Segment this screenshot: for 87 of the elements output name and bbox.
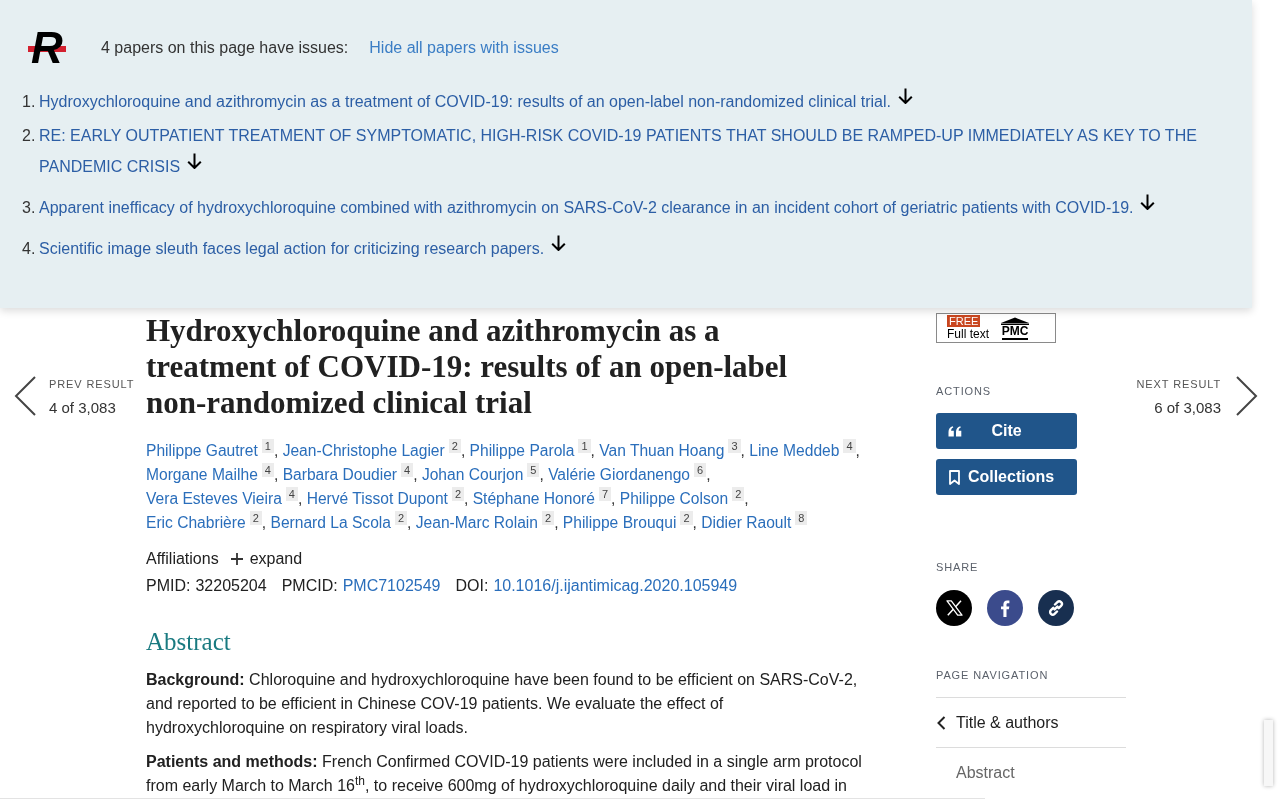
share-button[interactable] [1038,590,1074,626]
list-number: 4. [22,239,37,259]
affiliation-number[interactable]: 2 [542,511,555,525]
f-logo-icon [1000,599,1010,617]
affiliation-number[interactable]: 6 [694,463,707,477]
identifier-link[interactable]: 10.1016/j.ijantimicag.2020.105949 [493,574,738,598]
affiliation-number[interactable]: 3 [728,439,741,453]
prev-result-link[interactable]: PREV RESULT 4 of 3,083 [14,376,135,418]
free-badge: FREE [947,315,981,327]
author-link[interactable]: Morgane Mailhe [146,466,258,483]
paper-link[interactable]: RE: EARLY OUTPATIENT TREATMENT OF SYMPTOMATIC, HIGH-RISK COVID-19 PATIENTS THAT SHOULD BE RAMPED-UP IMMEDIATELY AS KEY TO THE PANDEMIC CRISIS [39,120,1232,182]
full-text-link[interactable]: FREE Full text PMC [936,313,1056,343]
affiliation-number[interactable]: 2 [395,511,408,525]
author-link[interactable]: Philippe Parola [469,442,575,459]
link-icon [1047,599,1065,617]
cite-button[interactable]: Cite [936,413,1077,449]
section-heading: Abstract [146,627,232,657]
affiliation-number[interactable]: 1 [261,439,274,453]
affiliation-number[interactable]: 2 [249,511,262,525]
author-link[interactable]: Jean-Marc Rolain [415,514,538,531]
affiliation-number[interactable]: 2 [448,439,461,453]
paper-link[interactable]: Scientific image sleuth faces legal action for criticizing research papers. [39,233,567,264]
author-link[interactable]: Van Thuan Hoang [599,442,725,459]
author-link[interactable]: Jean-Christophe Lagier [282,442,445,459]
down-arrow-icon [187,152,203,169]
chevron-right-icon [1236,376,1258,416]
abstract-paragraph: Patients and methods: French Confirmed COVID-19 patients were included in a single arm protocol from early March to March 16$^{th}$, to receive 600mg of hydroxychloroquine daily and their viral load in [146,752,863,796]
identifier-label: PMID: [146,576,191,596]
floating-panel [1264,720,1273,786]
building-icon [1000,316,1030,325]
expand-button[interactable]: expand [230,547,303,571]
plus-icon [230,553,243,565]
down-arrow-icon [551,234,567,251]
issues-message: 4 papers on this page have issues: [101,38,349,58]
bookmark-icon [948,469,960,485]
author-link[interactable]: Vera Esteves Vieira [146,490,282,507]
author-link[interactable]: Barbara Doudier [282,466,398,483]
paper-link[interactable]: Hydroxychloroquine and azithromycin as a treatment of COVID-19: results of an open-label non-randomized clinical trial. [39,86,913,117]
section-heading: ACTIONS [936,384,993,399]
down-arrow-icon [897,87,913,104]
identifier-link[interactable]: PMC7102549 [342,574,441,598]
chevron-left-icon [936,715,946,730]
author-link[interactable]: Bernard La Scola [270,514,391,531]
paper-link[interactable]: Apparent inefficacy of hydroxychloroquine combined with azithromycin on SARS-CoV-2 clearance in an incident cohort of geriatric patients with COVID-19. [39,192,1156,223]
author-link[interactable]: Johan Courjon [421,466,524,483]
identifier-label: PMCID: [281,576,338,596]
author-link[interactable]: Eric Chabrière [146,514,246,531]
affiliation-number[interactable]: 2 [680,511,693,525]
share-button[interactable] [987,590,1023,626]
author-link[interactable]: Line Meddeb [749,442,840,459]
page-nav-item[interactable]: Abstract [936,748,1126,797]
chevron-left-icon [14,376,36,416]
author-link[interactable]: Didier Raoult [701,514,792,531]
x-logo-icon [945,600,963,616]
collections-button[interactable]: Collections [936,459,1077,495]
share-button[interactable] [936,590,972,626]
quote-icon [948,425,962,437]
author-link[interactable]: Philippe Brouqui [562,514,677,531]
affiliations-label: Affiliations [146,549,219,569]
identifier-label: DOI: [455,576,489,596]
abstract-paragraph: Background: Chloroquine and hydroxychloroquine have been found to be efficient on SARS-CoV-2, and reported to be efficient in Chinese COV-19 patients. We evaluate the effect of hydroxychloroquine on respiratory viral loads. [146,670,859,738]
author-link[interactable]: Stéphane Honoré [472,490,595,507]
section-heading: SHARE [936,560,980,575]
affiliation-number[interactable]: 4 [843,439,856,453]
author-link[interactable]: Valérie Giordanengo [548,466,690,483]
affiliation-number[interactable]: 7 [598,487,612,501]
hide-issues-link[interactable]: Hide all papers with issues [369,36,559,60]
article-title: Hydroxychloroquine and azithromycin as a treatment of COVID-19: results of an open-label non-randomized clinical trial [146,313,789,421]
down-arrow-icon [1140,193,1156,210]
affiliation-number[interactable]: 2 [451,487,465,501]
affiliation-number[interactable]: 8 [795,511,808,525]
author-link[interactable]: Philippe Gautret [146,442,258,459]
author-link[interactable]: Philippe Colson [619,490,729,507]
affiliation-number[interactable]: 1 [578,439,591,453]
affiliation-number[interactable]: 5 [527,463,540,477]
affiliation-number[interactable]: 4 [261,463,274,477]
page-nav-item[interactable]: Title & authors [936,698,1126,747]
next-result-link[interactable]: NEXT RESULT 6 of 3,083 [1136,376,1258,798]
section-heading: PAGE NAVIGATION [936,668,1050,683]
affiliation-number[interactable]: 4 [401,463,414,477]
affiliation-number[interactable]: 2 [732,487,745,501]
list-number: 1. [22,92,37,112]
list-number: 2. [22,126,37,146]
author-link[interactable]: Hervé Tissot Dupont [306,490,448,507]
affiliation-number[interactable]: 4 [285,487,298,501]
list-number: 3. [22,198,37,218]
identifier-value: 32205204 [195,576,267,596]
